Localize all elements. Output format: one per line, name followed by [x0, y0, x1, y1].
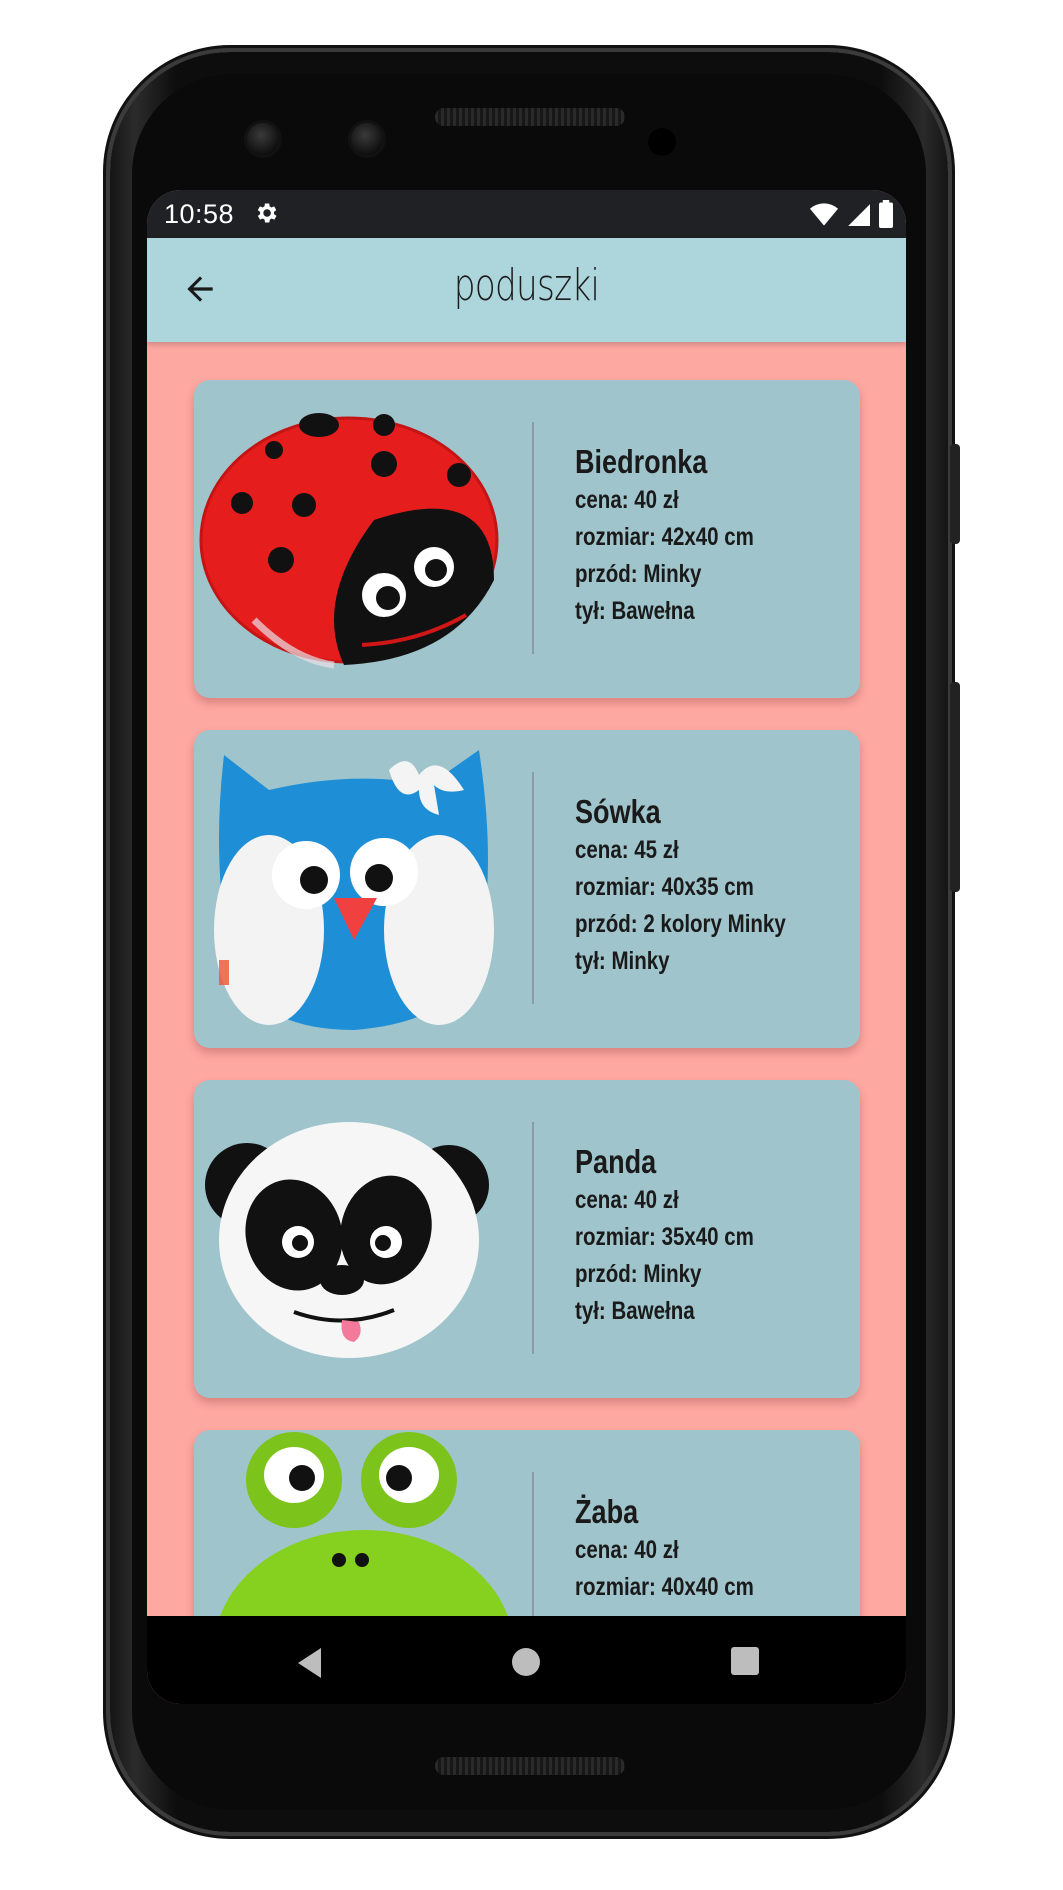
product-size: rozmiar: 40x40 cm [575, 1573, 754, 1601]
front-camera-2-icon [348, 120, 386, 158]
product-back: tył: Bawełna [575, 1297, 695, 1325]
gear-icon [257, 203, 277, 223]
product-price: cena: 40 zł [575, 1186, 679, 1214]
product-size: rozmiar: 42x40 cm [575, 523, 754, 551]
home-circle-icon[interactable] [510, 1646, 542, 1678]
volume-button [950, 682, 960, 892]
front-camera-icon [244, 120, 282, 158]
arrow-left-icon[interactable] [181, 270, 219, 308]
screen: 10:58 poduszki Biedronka cena: 40 zł roz… [147, 190, 906, 1704]
product-price: cena: 45 zł [575, 836, 679, 864]
product-card-sowka[interactable]: Sówka cena: 45 zł rozmiar: 40x35 cm przó… [194, 730, 860, 1048]
product-name: Biedronka [575, 443, 708, 480]
card-divider [532, 1122, 534, 1354]
product-list[interactable]: Biedronka cena: 40 zł rozmiar: 42x40 cm … [194, 380, 860, 1704]
status-icons [810, 200, 894, 228]
status-time: 10:58 [164, 199, 235, 229]
proximity-sensor [648, 128, 676, 156]
product-front: przód: Minky [575, 1260, 702, 1288]
product-price: cena: 40 zł [575, 1536, 679, 1564]
battery-icon [879, 200, 893, 228]
product-back: tył: Minky [575, 947, 670, 975]
product-name: Żaba [575, 1493, 639, 1530]
app-bar: poduszki [147, 238, 906, 342]
card-divider [532, 772, 534, 1004]
wifi-icon [810, 203, 838, 226]
navigation-bar [147, 1616, 906, 1704]
owl-pillow-image [214, 750, 494, 1030]
top-speaker [435, 108, 625, 126]
bottom-speaker [435, 1757, 625, 1775]
product-name: Panda [575, 1143, 657, 1180]
page-title: poduszki [453, 260, 600, 311]
product-back: tył: Bawełna [575, 597, 695, 625]
status-bar: 10:58 [147, 190, 906, 238]
recents-square-icon[interactable] [730, 1646, 760, 1676]
card-divider [532, 422, 534, 654]
product-front: przód: 2 kolory Minky [575, 910, 786, 938]
signal-icon [848, 204, 870, 226]
product-card-biedronka[interactable]: Biedronka cena: 40 zł rozmiar: 42x40 cm … [194, 380, 860, 698]
ladybug-pillow-image [199, 413, 499, 669]
product-size: rozmiar: 35x40 cm [575, 1223, 754, 1251]
product-info: Żaba cena: 40 zł rozmiar: 40x40 cm [575, 1492, 793, 1606]
product-info: Biedronka cena: 40 zł rozmiar: 42x40 cm … [575, 442, 793, 630]
product-info: Panda cena: 40 zł rozmiar: 35x40 cm przó… [575, 1142, 793, 1330]
product-name: Sówka [575, 793, 661, 830]
product-front: przód: Minky [575, 560, 702, 588]
product-size: rozmiar: 40x35 cm [575, 873, 754, 901]
product-price: cena: 40 zł [575, 486, 679, 514]
panda-pillow-image [205, 1122, 489, 1358]
back-triangle-icon[interactable] [295, 1646, 325, 1680]
power-button [950, 444, 960, 544]
product-info: Sówka cena: 45 zł rozmiar: 40x35 cm przó… [575, 792, 832, 980]
product-card-panda[interactable]: Panda cena: 40 zł rozmiar: 35x40 cm przó… [194, 1080, 860, 1398]
